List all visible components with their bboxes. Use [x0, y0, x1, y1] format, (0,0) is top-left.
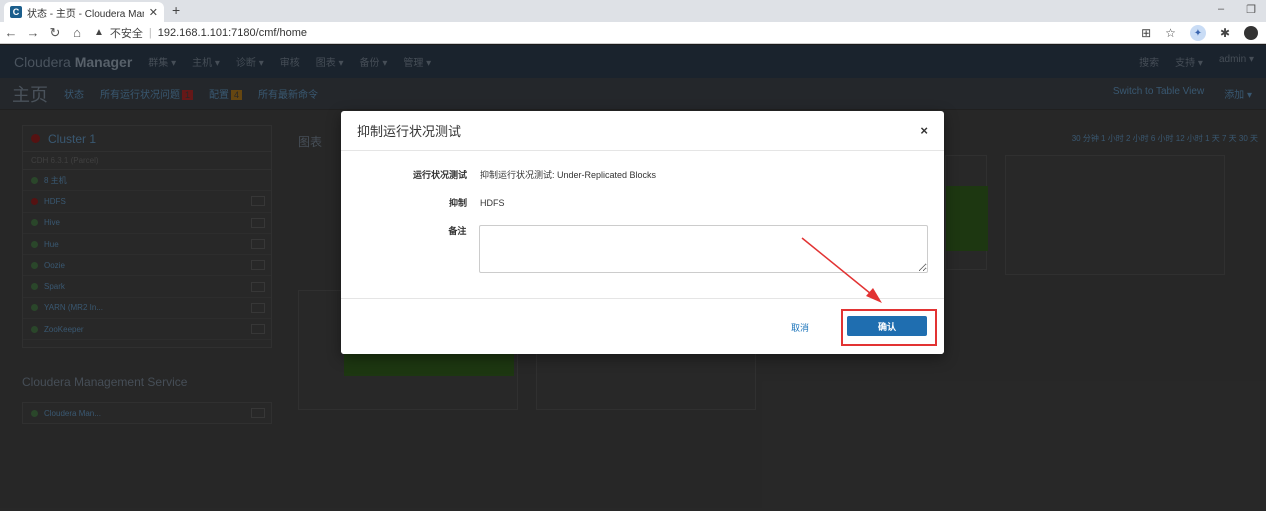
reload-icon[interactable]: ↻ [44, 25, 66, 41]
notes-label: 备注 [448, 226, 467, 236]
address-bar: ← → ↻ ⌂ ▲ 不安全 | 192.168.1.101:7180/cmf/h… [0, 22, 1266, 44]
modal-body: 运行状况测试 抑制运行状况测试: Under-Replicated Blocks… [341, 151, 944, 273]
minimize-icon[interactable]: – [1218, 3, 1224, 16]
url-separator: | [148, 26, 152, 39]
health-test-label: 运行状况测试 [412, 170, 467, 180]
new-tab-icon[interactable]: + [172, 2, 180, 18]
tab-title: 状态 - 主页 - Cloudera Manage [27, 8, 144, 20]
health-test-row: 运行状况测试 抑制运行状况测试: Under-Replicated Blocks [357, 169, 928, 181]
forward-icon[interactable]: → [22, 25, 44, 40]
close-icon[interactable]: × [920, 123, 928, 138]
url-text: 192.168.1.101:7180/cmf/home [157, 26, 307, 39]
url-field[interactable]: ▲ 不安全 | 192.168.1.101:7180/cmf/home [94, 25, 307, 41]
cloudera-favicon-icon: C [10, 6, 22, 18]
notes-textarea[interactable] [479, 225, 928, 273]
restore-icon[interactable]: ❐ [1246, 3, 1256, 16]
warning-icon: ▲ [94, 27, 104, 38]
suppress-label: 抑制 [448, 198, 467, 208]
toolbar-right: ⊞ ☆ ✦ ✱ [1141, 25, 1258, 41]
browser-tab[interactable]: C 状态 - 主页 - Cloudera Manage ✕ [4, 2, 164, 22]
bookmark-star-icon[interactable]: ☆ [1165, 26, 1176, 40]
tab-close-icon[interactable]: ✕ [149, 6, 158, 19]
window-controls: – ❐ [1218, 3, 1256, 16]
modal-title: 抑制运行状况测试 [357, 124, 462, 139]
highlight-annotation [841, 309, 937, 346]
cancel-button[interactable]: 取消 [791, 321, 809, 334]
insecure-label: 不安全 [109, 27, 143, 40]
profile-icon[interactable] [1244, 26, 1258, 40]
puzzle-icon[interactable]: ✱ [1220, 26, 1230, 40]
health-test-value: 抑制运行状况测试: Under-Replicated Blocks [480, 170, 657, 180]
back-icon[interactable]: ← [0, 25, 22, 40]
suppress-row: 抑制 HDFS [357, 197, 928, 209]
browser-tabbar: C 状态 - 主页 - Cloudera Manage ✕ + – ❐ [0, 0, 1266, 22]
notes-row: 备注 [357, 225, 928, 273]
translate-icon[interactable]: ⊞ [1141, 26, 1151, 40]
suppress-value: HDFS [480, 198, 505, 208]
home-icon[interactable]: ⌂ [66, 25, 88, 40]
extension-icon[interactable]: ✦ [1189, 25, 1206, 41]
modal-header: 抑制运行状况测试 × [341, 111, 944, 151]
